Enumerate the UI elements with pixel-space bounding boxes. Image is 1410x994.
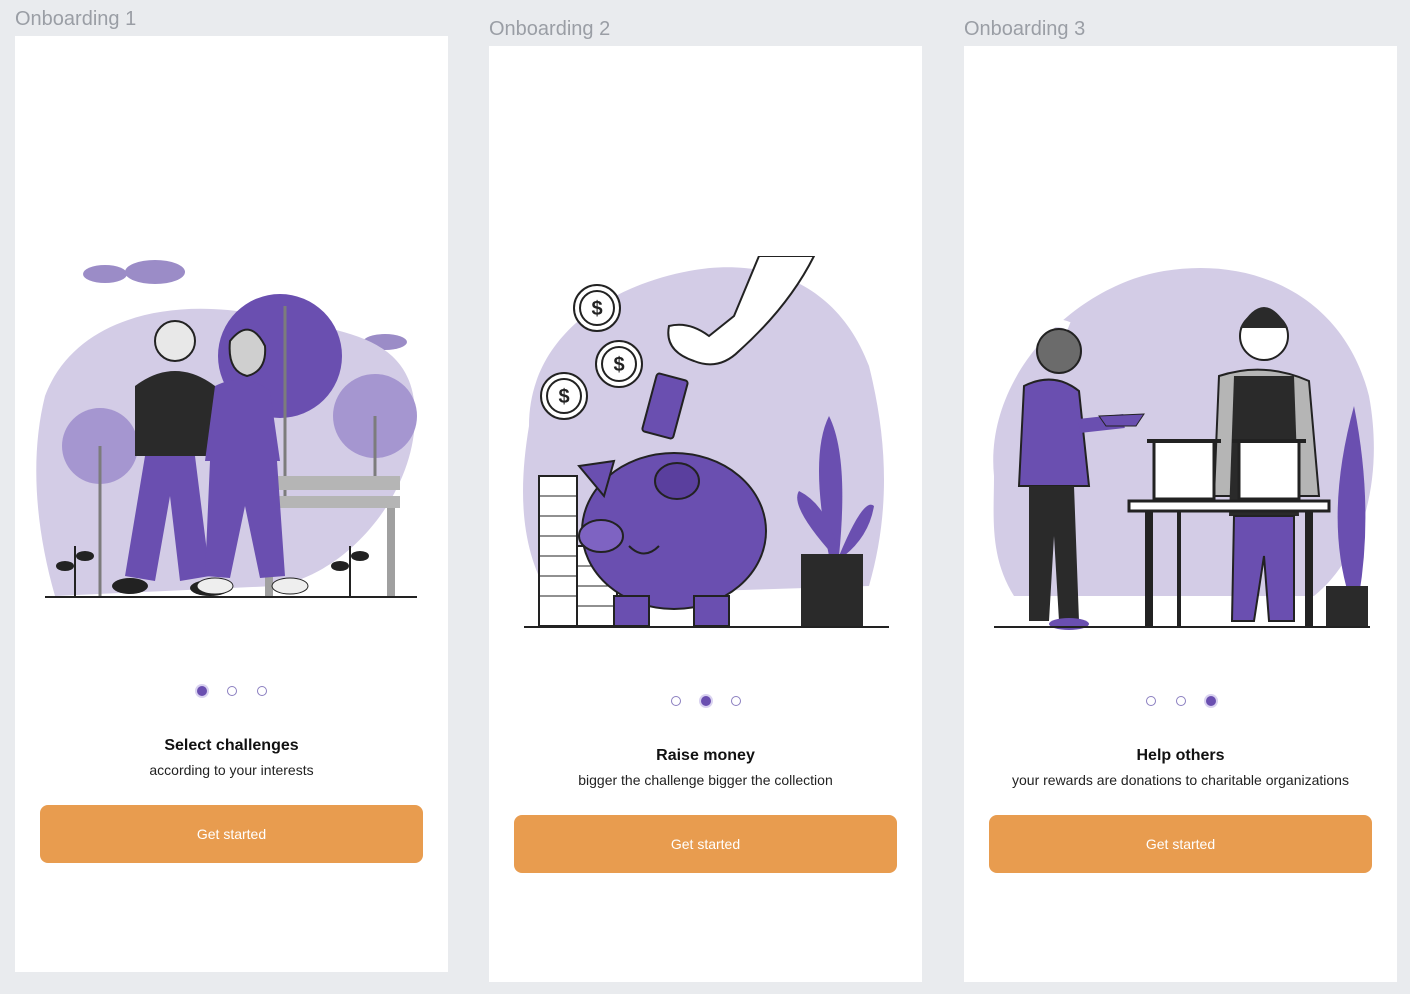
onboarding-title: Select challenges [164,737,299,754]
onboarding-subtitle: your rewards are donations to charitable… [1012,772,1349,788]
onboarding-subtitle: according to your interests [149,762,314,778]
get-started-button[interactable]: Get started [514,815,897,873]
onboarding-screen-1: Select challenges according to your inte… [15,36,448,972]
pagination-dots [15,686,448,696]
svg-text:$: $ [558,386,569,408]
pagination-dot-1[interactable] [1145,696,1156,706]
svg-text:$: $ [591,298,602,320]
frame-label-onboarding-3: Onboarding 3 [964,18,1086,40]
onboarding-subtitle: bigger the challenge bigger the collecti… [578,772,833,788]
pagination-dot-2[interactable] [1175,696,1186,706]
pagination-dot-2[interactable] [226,686,237,696]
pagination-dot-1[interactable] [196,686,207,696]
pagination-dot-3[interactable] [256,686,267,696]
frame-label-onboarding-1: Onboarding 1 [15,8,137,30]
food-donation-illustration [993,267,1374,630]
pagination-dot-3[interactable] [730,696,741,706]
frame-label-onboarding-2: Onboarding 2 [489,18,611,40]
get-started-button[interactable]: Get started [989,815,1372,873]
pagination-dot-3[interactable] [1205,696,1216,706]
pagination-dot-1[interactable] [670,696,681,706]
svg-text:$: $ [613,354,624,376]
piggy-bank-illustration: $ $ $ [523,256,889,628]
get-started-button[interactable]: Get started [40,805,423,863]
onboarding-screen-3: Help others your rewards are donations t… [964,46,1397,982]
onboarding-title: Help others [1136,747,1225,764]
onboarding-title: Raise money [656,747,755,764]
pagination-dots [964,696,1397,706]
couple-walking-illustration [36,260,417,598]
pagination-dot-2[interactable] [700,696,711,706]
pagination-dots [489,696,922,706]
onboarding-screen-2: $ $ $ Raise money bigger the challenge b… [489,46,922,982]
